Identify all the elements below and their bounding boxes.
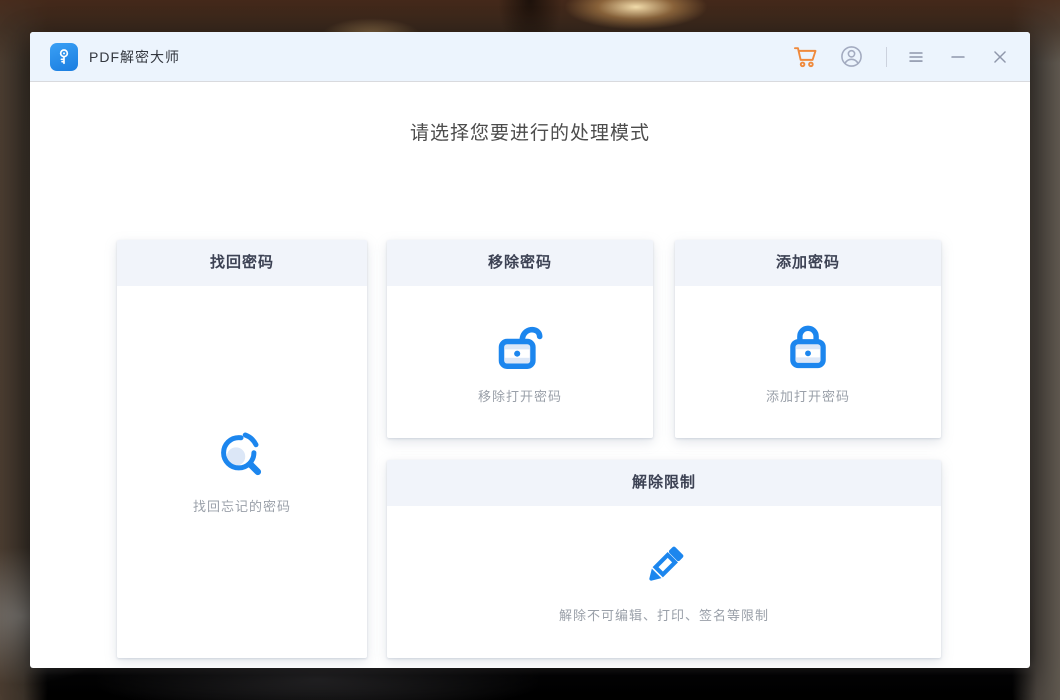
app-window: PDF解密大师 [30, 32, 1030, 668]
magnifier-icon [216, 430, 268, 482]
card-header: 移除密码 [387, 240, 653, 286]
card-caption: 找回忘记的密码 [193, 496, 291, 515]
titlebar-divider [886, 47, 887, 67]
close-icon[interactable] [989, 46, 1011, 68]
app-logo [50, 43, 78, 71]
card-header: 添加密码 [675, 240, 941, 286]
hamburger-menu-icon[interactable] [905, 46, 927, 68]
minimize-icon[interactable] [947, 46, 969, 68]
card-remove-restrictions[interactable]: 解除限制 解除不可编辑、打印、签名等限制 [387, 460, 941, 658]
card-header: 找回密码 [117, 240, 367, 286]
pencil-edit-icon [639, 541, 689, 591]
card-caption: 添加打开密码 [766, 386, 850, 405]
user-account-icon[interactable] [839, 44, 864, 69]
title-bar: PDF解密大师 [30, 32, 1030, 82]
lock-icon [782, 320, 834, 372]
card-header: 解除限制 [387, 460, 941, 506]
card-caption: 解除不可编辑、打印、签名等限制 [559, 605, 769, 624]
main-content: 请选择您要进行的处理模式 找回密码 找回忘记的密码 移除密码 [30, 82, 1030, 667]
card-caption: 移除打开密码 [478, 386, 562, 405]
app-title: PDF解密大师 [89, 47, 180, 67]
unlock-icon [493, 320, 547, 372]
card-remove-password[interactable]: 移除密码 移除打开密码 [387, 240, 653, 438]
card-recover-password[interactable]: 找回密码 找回忘记的密码 [117, 240, 367, 658]
key-icon [54, 47, 74, 67]
card-add-password[interactable]: 添加密码 添加打开密码 [675, 240, 941, 438]
page-title: 请选择您要进行的处理模式 [30, 82, 1030, 145]
shopping-cart-icon[interactable] [792, 43, 819, 70]
